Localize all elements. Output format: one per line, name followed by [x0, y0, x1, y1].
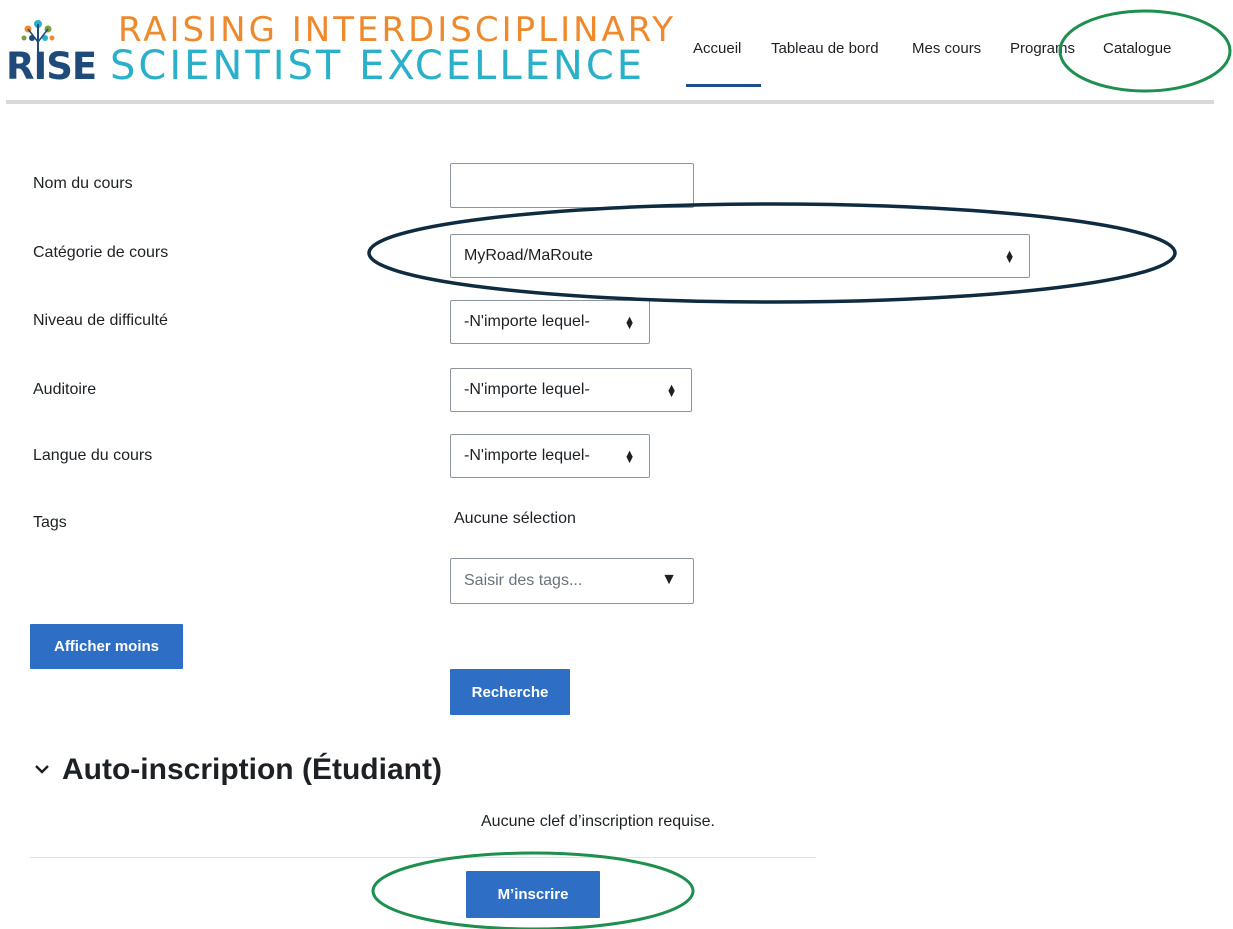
audience-select-value: -N'importe lequel-: [464, 381, 590, 398]
search-button[interactable]: Recherche: [450, 669, 570, 715]
select-caret-icon: ▲ ▼: [1004, 248, 1015, 266]
course-name-label: Nom du cours: [33, 175, 133, 192]
header-divider: [6, 100, 1214, 104]
difficulty-select-value: -N'importe lequel-: [464, 313, 590, 330]
show-less-button[interactable]: Afficher moins: [30, 624, 183, 669]
nav-accueil[interactable]: Accueil: [693, 40, 741, 57]
enrolment-section-title[interactable]: Auto-inscription (Étudiant): [62, 753, 442, 787]
difficulty-label: Niveau de difficulté: [33, 312, 168, 329]
logo-rise-wordmark: RISE: [6, 45, 97, 88]
tags-selection-status: Aucune sélection: [454, 510, 576, 527]
course-name-input[interactable]: [450, 163, 694, 208]
category-select-value: MyRoad/MaRoute: [464, 247, 593, 264]
nav-active-indicator: [686, 84, 761, 87]
enrolment-note: Aucune clef d’inscription requise.: [481, 813, 715, 830]
tags-input[interactable]: Saisir des tags... ▼: [450, 558, 694, 604]
difficulty-select[interactable]: -N'importe lequel- ▲ ▼: [450, 300, 650, 344]
select-caret-icon: ▲ ▼: [624, 314, 635, 332]
nav-catalogue[interactable]: Catalogue: [1103, 40, 1171, 57]
language-select[interactable]: -N'importe lequel- ▲ ▼: [450, 434, 650, 478]
site-logo[interactable]: RAISING INTERDISCIPLINARY RISE SCIENTIST…: [6, 8, 673, 89]
category-select[interactable]: MyRoad/MaRoute ▲ ▼: [450, 234, 1030, 278]
select-caret-icon: ▲ ▼: [666, 382, 677, 400]
nav-programs[interactable]: Programs: [1010, 40, 1075, 57]
chevron-down-icon[interactable]: [34, 761, 50, 777]
category-label: Catégorie de cours: [33, 244, 169, 261]
tags-label: Tags: [33, 514, 67, 531]
audience-label: Auditoire: [33, 381, 97, 398]
logo-tagline-line2: SCIENTIST EXCELLENCE: [110, 43, 646, 89]
select-caret-icon: ▲ ▼: [624, 448, 635, 466]
enrol-button[interactable]: M’inscrire: [466, 871, 600, 918]
nav-tableau-de-bord[interactable]: Tableau de bord: [771, 40, 879, 57]
dropdown-arrow-icon[interactable]: ▼: [661, 571, 677, 589]
tags-input-placeholder: Saisir des tags...: [464, 572, 583, 589]
audience-select[interactable]: -N'importe lequel- ▲ ▼: [450, 368, 692, 412]
language-label: Langue du cours: [33, 447, 153, 464]
section-divider: [30, 857, 816, 858]
language-select-value: -N'importe lequel-: [464, 447, 590, 464]
nav-mes-cours[interactable]: Mes cours: [912, 40, 981, 57]
